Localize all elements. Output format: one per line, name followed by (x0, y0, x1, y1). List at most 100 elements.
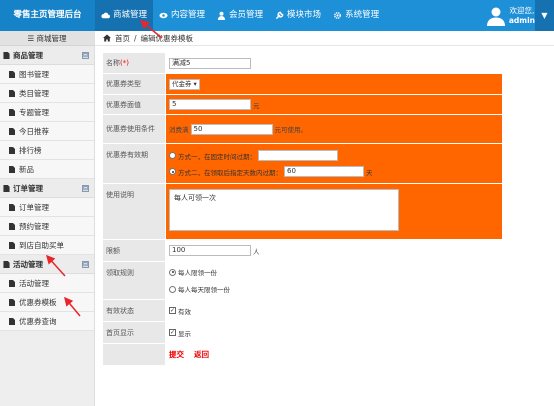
validity-option-fixed: 方式一，在固定时间过期： (178, 152, 256, 161)
main-nav-tabs: 商城管理 内容管理 会员管理 模块市场 系统管理 (95, 0, 385, 31)
name-input[interactable]: 满减5 (169, 57, 251, 69)
sidebar-item-books[interactable]: 图书管理 (0, 65, 94, 84)
sidebar-item-coupon-templates[interactable]: 优惠券模板 (0, 293, 94, 312)
row-actions: 提交 返回 (103, 344, 502, 366)
eye-icon (159, 12, 168, 19)
collapse-icon[interactable]: ⊟ (82, 185, 89, 192)
collapse-icon[interactable]: ⊟ (82, 261, 89, 268)
file-icon (3, 51, 10, 59)
sidebar-group-activities[interactable]: 活动管理 ⊟ (0, 255, 94, 274)
avatar-icon (486, 7, 505, 26)
file-icon (3, 184, 10, 192)
file-icon (9, 203, 15, 211)
validity-fixed-radio[interactable] (169, 152, 176, 159)
row-name: 名称 (*) 满减5 (103, 53, 502, 74)
validity-option-days: 方式二，在领取后指定天数内过期： (178, 168, 282, 177)
limit-input[interactable]: 100 (169, 245, 251, 256)
file-icon (9, 298, 15, 306)
homepage-value: 显示 (178, 329, 191, 338)
sidebar-item-reservations[interactable]: 预约管理 (0, 217, 94, 236)
brand-title: 零售主页管理后台 (0, 0, 95, 31)
rule-daily-radio[interactable] (169, 285, 176, 293)
tab-module-market[interactable]: 模块市场 (269, 0, 327, 31)
chevron-down-icon: ▾ (193, 79, 197, 88)
validity-fixed-input[interactable] (258, 150, 338, 161)
row-condition: 优惠券使用条件 消费满 50 元可使用。 (103, 115, 502, 144)
gear-icon (334, 12, 341, 19)
home-icon (103, 34, 111, 42)
row-type: 优惠券类型 代金券 ▾ (103, 74, 502, 95)
rule-once-radio[interactable] (169, 268, 176, 276)
tab-system-management[interactable]: 系统管理 (327, 0, 385, 31)
sidebar-item-new[interactable]: 新品 (0, 160, 94, 179)
limit-label: 限额 (103, 240, 166, 261)
tab-mall-management[interactable]: 商城管理 (95, 0, 154, 31)
file-icon (9, 70, 15, 78)
sidebar-item-topics[interactable]: 专题管理 (0, 103, 94, 122)
validity-unit: 天 (366, 168, 373, 177)
user-menu[interactable]: 欢迎您, admin (486, 0, 535, 31)
caret-down-icon[interactable]: ▼ (535, 0, 554, 31)
sidebar-item-ranking[interactable]: 排行榜 (0, 141, 94, 160)
status-value: 有效 (178, 307, 191, 316)
name-label: 名称 (106, 59, 120, 67)
validity-label: 优惠券有效期 (103, 144, 166, 183)
condition-amount-input[interactable]: 50 (190, 123, 273, 135)
row-description: 使用说明 每人可领一次 (103, 184, 502, 240)
tab-content-management[interactable]: 内容管理 (153, 0, 211, 31)
file-icon (9, 222, 15, 230)
status-checkbox[interactable]: ✓ (169, 307, 176, 314)
homepage-checkbox[interactable]: ✓ (169, 329, 176, 336)
breadcrumb-home[interactable]: 首页 (115, 33, 130, 44)
back-button[interactable]: 返回 (194, 349, 209, 360)
sidebar: ☰ 商城管理 商品管理 ⊟ 图书管理 类目管理 专题管理 今日推荐 排行榜 新品… (0, 31, 95, 406)
tab-member-management[interactable]: 会员管理 (211, 0, 269, 31)
sidebar-group-label: 商品管理 (13, 50, 43, 60)
list-icon: ☰ (27, 34, 37, 43)
required-mark: (*) (120, 59, 129, 67)
file-icon (3, 260, 10, 268)
collapse-icon[interactable]: ⊟ (82, 52, 89, 59)
condition-prefix: 消费满 (169, 126, 189, 134)
sidebar-item-today[interactable]: 今日推荐 (0, 122, 94, 141)
tab-label: 模块市场 (287, 10, 322, 20)
file-icon (9, 241, 15, 249)
sidebar-group-label: 订单管理 (13, 183, 43, 193)
row-limit: 限额 100 人 (103, 240, 502, 262)
face-label: 优惠券面值 (103, 95, 166, 114)
face-unit: 元 (253, 101, 260, 110)
coupon-template-form: 名称 (*) 满减5 优惠券类型 代金券 ▾ 优惠券面值 5元 优惠券使用条件 消费… (103, 53, 502, 366)
rule-option-once: 每人限领一份 (178, 269, 217, 277)
sidebar-item-orders[interactable]: 订单管理 (0, 198, 94, 217)
sidebar-item-activities[interactable]: 活动管理 (0, 274, 94, 293)
tab-label: 内容管理 (171, 10, 206, 20)
claim-rule-label: 领取规则 (103, 262, 166, 299)
type-label: 优惠券类型 (103, 74, 166, 94)
row-claim-rule: 领取规则 每人限领一份 每人每天限领一份 (103, 262, 502, 300)
file-icon (9, 89, 15, 97)
face-value-input[interactable]: 5 (169, 99, 251, 110)
sidebar-group-orders[interactable]: 订单管理 ⊟ (0, 179, 94, 198)
breadcrumb-current: 编辑优惠券模板 (140, 33, 194, 43)
breadcrumb: 首页 / 编辑优惠券模板 (95, 31, 554, 46)
validity-days-radio[interactable] (169, 168, 176, 175)
row-homepage: 首页显示 ✓ 显示 (103, 322, 502, 344)
description-textarea[interactable]: 每人可领一次 (169, 189, 399, 231)
type-select[interactable]: 代金券 ▾ (169, 78, 200, 90)
sidebar-group-products[interactable]: 商品管理 ⊟ (0, 46, 94, 65)
sidebar-item-categories[interactable]: 类目管理 (0, 84, 94, 103)
row-validity: 优惠券有效期 方式一，在固定时间过期： 方式二，在领取后指定天数内过期： 60 … (103, 144, 502, 184)
row-status: 有效状态 ✓ 有效 (103, 300, 502, 322)
breadcrumb-separator: / (134, 33, 137, 43)
tab-label: 商城管理 (113, 10, 148, 20)
sidebar-item-coupon-query[interactable]: 优惠券查询 (0, 312, 94, 331)
rule-option-daily: 每人每天限领一份 (178, 286, 230, 294)
validity-days-input[interactable]: 60 (284, 166, 364, 177)
homepage-label: 首页显示 (103, 322, 166, 343)
file-icon (9, 146, 15, 154)
submit-button[interactable]: 提交 (169, 349, 184, 360)
sidebar-item-self-checkout[interactable]: 到店自助买单 (0, 236, 94, 255)
tab-label: 系统管理 (345, 10, 380, 20)
user-name: admin (508, 15, 535, 25)
limit-unit: 人 (253, 247, 260, 256)
